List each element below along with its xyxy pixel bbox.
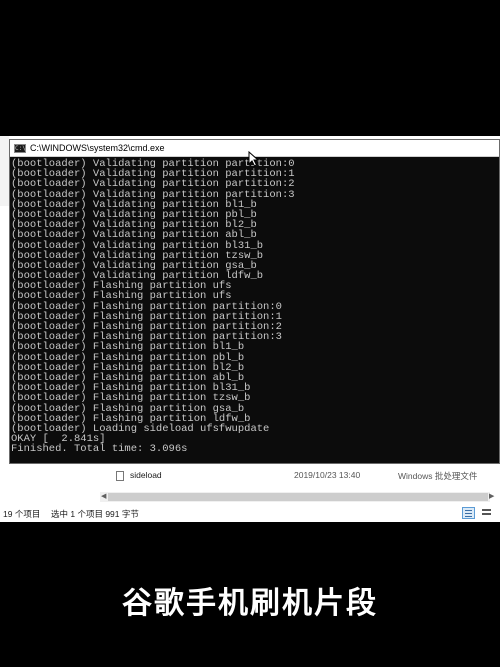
- scroll-right-icon[interactable]: ▶: [489, 493, 495, 501]
- cmd-output-line: (bootloader) Flashing partition tzsw_b: [11, 392, 251, 405]
- file-date: 2019/10/23 13:40: [294, 470, 361, 480]
- scroll-left-icon[interactable]: ◀: [101, 493, 107, 501]
- cmd-output-line: Finished. Total time: 3.096s: [11, 443, 188, 456]
- mouse-pointer-icon: [248, 151, 260, 167]
- large-icons-view-icon[interactable]: [480, 507, 493, 519]
- video-caption: 谷歌手机刷机片段: [122, 586, 378, 621]
- file-name: sideload: [130, 470, 162, 480]
- file-type: Windows 批处理文件: [398, 471, 478, 481]
- item-count: 19 个项目: [3, 509, 41, 519]
- horizontal-scrollbar[interactable]: [100, 492, 490, 502]
- scrollbar-thumb[interactable]: [108, 493, 488, 501]
- file-row-sideload[interactable]: sideload 2019/10/23 13:40 Windows 批处理文件: [100, 468, 500, 484]
- cmd-window[interactable]: C:\ C:\WINDOWS\system32\cmd.exe (bootloa…: [9, 139, 500, 464]
- selection-info: 选中 1 个项目 991 字节: [51, 509, 139, 519]
- cmd-window-title: C:\WINDOWS\system32\cmd.exe: [30, 143, 165, 153]
- status-bar: 19 个项目 选中 1 个项目 991 字节: [0, 505, 500, 522]
- console-icon: C:\: [14, 143, 26, 153]
- explorer-nav-pane-edge: [0, 136, 9, 206]
- details-view-icon[interactable]: [462, 507, 475, 519]
- batch-file-icon: [116, 471, 124, 481]
- cmd-output[interactable]: (bootloader) Validating partition partit…: [11, 159, 499, 463]
- cmd-output-line: (bootloader) Validating partition abl_b: [11, 229, 257, 242]
